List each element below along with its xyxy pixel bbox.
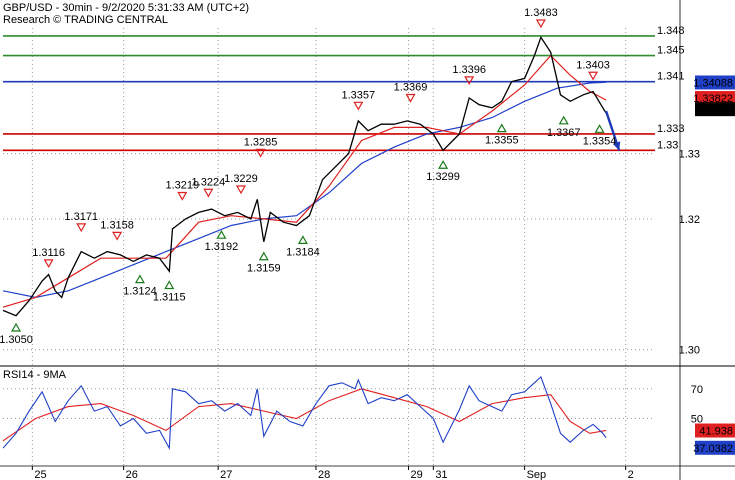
pivot-low-label: 1.3367 (547, 127, 581, 139)
level-label: 1.345 (657, 45, 685, 57)
pivot-high-label: 1.3483 (524, 7, 558, 19)
x-tick-label: 2 (628, 469, 634, 480)
level-label: 1.333 (657, 123, 685, 135)
pivot-low-label: 1.3050 (0, 334, 33, 346)
rsi-tick-label: 70 (691, 384, 703, 396)
pivot-low-label: 1.3115 (153, 292, 186, 304)
pivot-high-label: 1.3171 (64, 211, 98, 223)
pivot-high-label: 1.3403 (576, 59, 610, 71)
level-label: 1.33 (657, 139, 678, 151)
pivot-high-label: 1.3116 (32, 247, 65, 259)
pivot-low-label: 1.3124 (123, 286, 157, 298)
pivot-high-label: 1.3357 (342, 89, 376, 101)
x-tick-label: Sep (527, 469, 547, 480)
x-tick-label: 31 (435, 469, 447, 480)
pivot-low-label: 1.3355 (485, 135, 519, 147)
y-tick-label: 1.32 (679, 214, 700, 226)
y-tick-label: 1.30 (679, 345, 700, 357)
x-tick-label: 25 (34, 469, 46, 480)
pivot-low-label: 1.3192 (205, 241, 239, 253)
rsi-badge: 37.0382 (693, 443, 733, 455)
pivot-low-label: 1.3354 (583, 135, 617, 147)
x-tick-label: 26 (126, 469, 138, 480)
ma-slow-badge: 1.34088 (693, 77, 733, 89)
chart-canvas: 1.348 1.345 1.341 1.333 1.33 1.3050 1.3116 1.3… (0, 0, 735, 480)
level-label: 1.341 (657, 71, 685, 83)
pivot-high-label: 1.3285 (244, 136, 278, 148)
chart-background (0, 0, 735, 480)
pivot-low-label: 1.3159 (247, 263, 281, 275)
pivot-low-label: 1.3299 (426, 171, 460, 183)
last-price-badge: 1.337 (705, 104, 733, 116)
pivot-low-label: 1.3184 (286, 246, 320, 258)
pivot-high-label: 1.3396 (452, 64, 486, 76)
y-tick-label: 1.33 (679, 149, 700, 161)
pivot-high-label: 1.3369 (394, 81, 428, 93)
pivot-high-label: 1.3224 (192, 176, 226, 188)
pivot-high-label: 1.3158 (100, 219, 134, 231)
x-tick-label: 27 (220, 469, 232, 480)
rsi-ma-badge: 41.938 (699, 426, 733, 438)
level-label: 1.348 (657, 25, 685, 37)
x-tick-label: 28 (318, 469, 330, 480)
chart-subtitle: Research © TRADING CENTRAL (3, 14, 168, 26)
x-tick-label: 29 (411, 469, 423, 480)
rsi-title: RSI14 - 9MA (3, 369, 67, 381)
pivot-high-label: 1.3229 (224, 173, 258, 185)
